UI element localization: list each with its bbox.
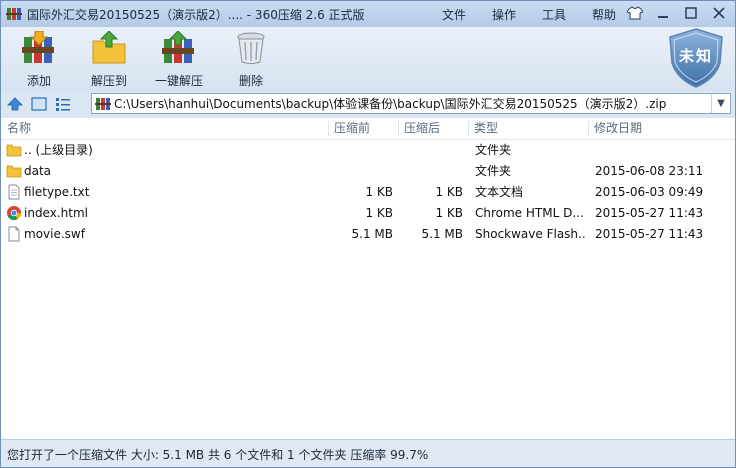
item-type: Shockwave Flash...	[475, 227, 585, 241]
list-item[interactable]: index.html 1 KB 1 KB Chrome HTML D... 20…	[1, 203, 735, 224]
toolbar: 添加 解压到 一键解压 删除 未知	[1, 27, 735, 91]
delete-button[interactable]: 删除	[233, 31, 269, 89]
list-view-icon[interactable]	[53, 94, 73, 114]
item-date: 2015-06-08 23:11	[595, 164, 704, 178]
item-name: .. (上级目录)	[24, 143, 93, 157]
item-date: 2015-06-03 09:49	[595, 185, 704, 199]
status-text: 您打开了一个压缩文件 大小: 5.1 MB 共 6 个文件和 1 个文件夹 压缩…	[7, 448, 429, 462]
item-size-before: 1 KB	[365, 185, 393, 199]
menu-tools[interactable]: 工具	[529, 6, 579, 23]
one-click-extract-label: 一键解压	[155, 74, 204, 88]
list-item[interactable]: filetype.txt 1 KB 1 KB 文本文档 2015-06-03 0…	[1, 182, 735, 203]
chrome-icon	[6, 205, 22, 222]
column-type[interactable]: 类型	[474, 118, 584, 139]
title-bar: 国际外汇交易20150525（演示版2）.... - 360压缩 2.6 正式版…	[1, 1, 735, 27]
thumbnail-view-icon[interactable]	[29, 94, 49, 114]
item-name: index.html	[24, 206, 88, 220]
minimize-icon[interactable]	[649, 1, 677, 25]
add-label: 添加	[26, 74, 51, 88]
column-divider[interactable]	[468, 121, 469, 136]
delete-label: 删除	[238, 74, 263, 88]
item-date: 2015-05-27 11:43	[595, 227, 704, 241]
item-size-after: 1 KB	[435, 185, 463, 199]
item-size-after: 1 KB	[435, 206, 463, 220]
archive-app-icon	[6, 6, 22, 22]
extract-to-button[interactable]: 解压到	[91, 30, 128, 89]
address-bar: C:\Users\hanhui\Documents\backup\体验课备份\b…	[1, 91, 735, 117]
column-modified[interactable]: 修改日期	[594, 118, 724, 139]
item-size-before: 5.1 MB	[351, 227, 393, 241]
up-arrow-icon[interactable]	[5, 94, 25, 114]
list-item[interactable]: .. (上级目录) 文件夹	[1, 140, 735, 161]
extract-folder-icon	[91, 30, 127, 68]
menu-operation[interactable]: 操作	[479, 6, 529, 23]
add-button[interactable]: 添加	[21, 30, 57, 89]
list-item[interactable]: data 文件夹 2015-06-08 23:11	[1, 161, 735, 182]
column-size-before[interactable]: 压缩前	[334, 118, 396, 139]
item-type: 文件夹	[475, 143, 512, 157]
item-date	[595, 140, 725, 161]
column-divider[interactable]	[588, 121, 589, 136]
security-status: 未知	[678, 47, 713, 65]
file-list: 名称 压缩前 压缩后 类型 修改日期 .. (上级目录) 文件夹 data 文件…	[1, 118, 735, 440]
item-date: 2015-05-27 11:43	[595, 206, 704, 220]
window-controls	[621, 1, 733, 25]
list-item[interactable]: movie.swf 5.1 MB 5.1 MB Shockwave Flash.…	[1, 224, 735, 245]
item-size-after	[404, 140, 463, 161]
file-icon	[6, 226, 22, 243]
maximize-icon[interactable]	[677, 1, 705, 25]
folder-icon	[6, 163, 22, 180]
path-dropdown-icon[interactable]: ▼	[711, 94, 730, 113]
item-name: movie.swf	[24, 227, 85, 241]
app-window: 国际外汇交易20150525（演示版2）.... - 360压缩 2.6 正式版…	[0, 0, 736, 468]
item-size-after: 5.1 MB	[421, 227, 463, 241]
folder-up-icon	[6, 142, 22, 159]
menu-file[interactable]: 文件	[429, 6, 479, 23]
skin-shirt-icon[interactable]	[621, 1, 649, 25]
security-shield[interactable]: 未知	[667, 27, 725, 89]
item-type: 文本文档	[475, 185, 524, 199]
path-text: C:\Users\hanhui\Documents\backup\体验课备份\b…	[114, 97, 667, 111]
column-divider[interactable]	[328, 121, 329, 136]
item-name: filetype.txt	[24, 185, 90, 199]
archive-file-icon	[95, 96, 111, 112]
list-header: 名称 压缩前 压缩后 类型 修改日期	[1, 118, 735, 140]
item-name: data	[24, 164, 52, 178]
column-size-after[interactable]: 压缩后	[404, 118, 466, 139]
menu-bar: 文件 操作 工具 帮助	[429, 6, 629, 23]
item-type: 文件夹	[475, 164, 512, 178]
one-click-extract-button[interactable]: 一键解压	[155, 30, 204, 89]
one-click-extract-icon	[161, 30, 197, 68]
item-size-before: 1 KB	[365, 206, 393, 220]
trash-icon	[233, 31, 269, 68]
close-icon[interactable]	[705, 1, 733, 25]
status-bar: 您打开了一个压缩文件 大小: 5.1 MB 共 6 个文件和 1 个文件夹 压缩…	[1, 439, 735, 467]
item-type: Chrome HTML D...	[475, 206, 584, 220]
text-file-icon	[6, 184, 22, 201]
column-name[interactable]: 名称	[7, 118, 327, 139]
extract-to-label: 解压到	[91, 74, 128, 88]
path-field[interactable]: C:\Users\hanhui\Documents\backup\体验课备份\b…	[91, 93, 731, 114]
item-size-before	[334, 140, 393, 161]
window-title: 国际外汇交易20150525（演示版2）.... - 360压缩 2.6 正式版	[27, 7, 365, 22]
item-size-after	[404, 161, 463, 182]
column-divider[interactable]	[398, 121, 399, 136]
add-archive-icon	[21, 30, 57, 68]
item-size-before	[334, 161, 393, 182]
